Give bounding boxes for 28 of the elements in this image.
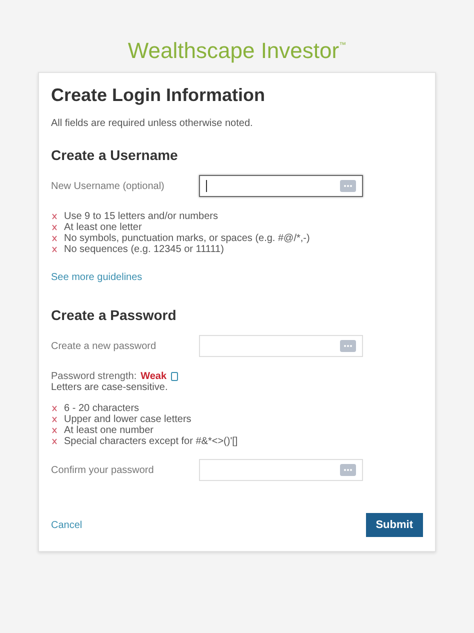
dots-icon[interactable] [340,464,356,476]
rule-text: Special characters except for #&*<>()'[] [64,436,238,447]
cancel-link[interactable]: Cancel [51,520,82,530]
dots-icon[interactable] [340,340,356,352]
dots-icon[interactable] [340,180,356,192]
field-label: New Username (optional) [51,180,166,192]
rule-text: No sequences (e.g. 12345 or 11111) [64,244,224,255]
section-heading: Create a Password [51,307,178,323]
guidelines-link[interactable]: See more guidelines [51,272,142,283]
rule-text: At least one number [64,425,154,436]
rule-text: No symbols, punctuation marks, or spaces (e.g. #@/*,-) [64,233,310,244]
strength-label: Password strength: [51,371,137,382]
field-label: Confirm your password [51,464,155,476]
strength-value: Weak [140,371,167,382]
section-heading: Create a Username [51,147,179,163]
submit-button[interactable]: Submit [366,513,423,537]
rule-text: Upper and lower case letters [64,414,192,425]
input-field[interactable] [199,175,363,197]
rule-text: Use 9 to 15 letters and/or numbers [64,211,218,222]
rule-text: 6 - 20 characters [64,403,140,414]
page-title: Create Login Information [51,85,266,106]
case-note: Letters are case-sensitive. [51,382,169,393]
field-label: Create a new password [51,340,158,352]
required-note: All fields are required unless otherwise noted. [51,118,254,129]
text-cursor [206,180,207,192]
brand-name: Wealthscape Investor [128,38,340,64]
rule-text: At least one letter [64,222,142,233]
help-icon[interactable] [170,372,178,381]
